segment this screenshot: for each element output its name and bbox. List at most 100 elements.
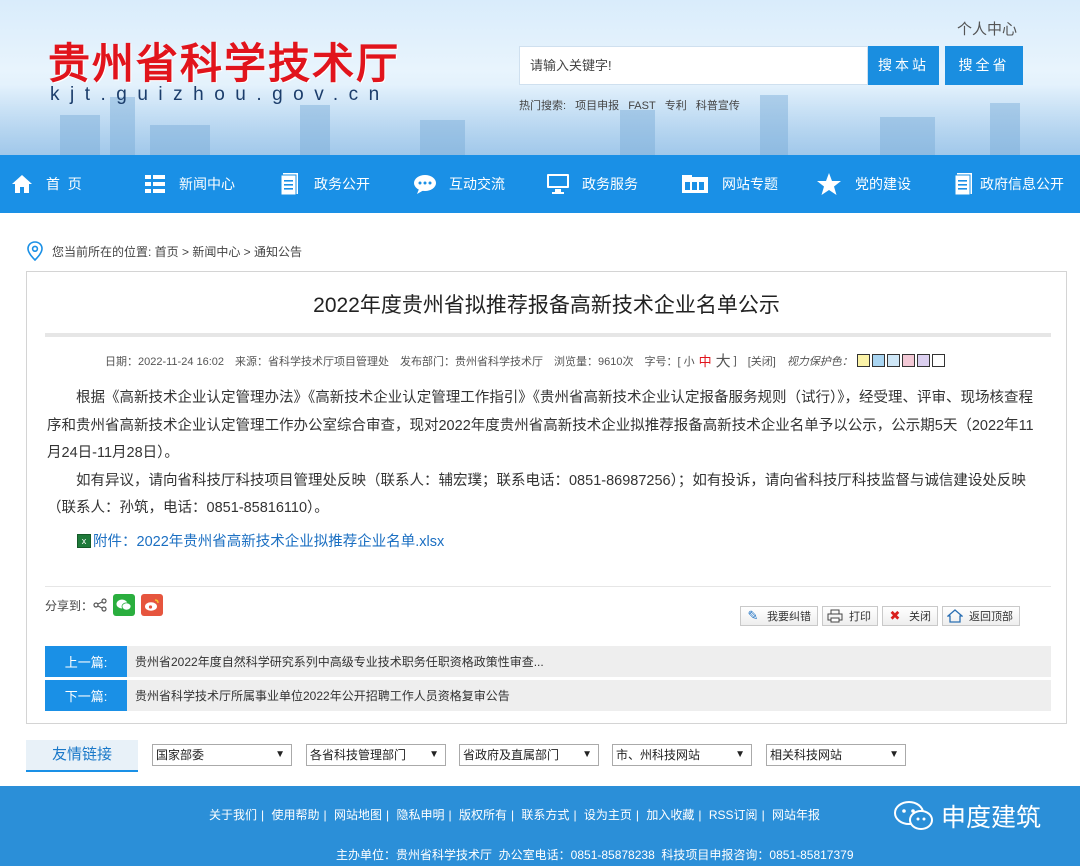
select-provincial-gov[interactable]: 省政府及直属部门 ▼ [459, 744, 599, 766]
footer-link[interactable]: 使用帮助 [271, 808, 319, 822]
hot-term[interactable]: 科普宣传 [696, 100, 740, 112]
site-domain: kjt.guizhou.gov.cn [50, 84, 390, 105]
select-provincial-science[interactable]: 各省科技管理部门 ▼ [306, 744, 446, 766]
chevron-down-icon: ▼ [275, 749, 285, 760]
footer-link[interactable]: 网站地图 [334, 808, 382, 822]
weibo-icon[interactable] [141, 594, 164, 616]
chevron-down-icon: ▼ [582, 749, 592, 760]
nav-item-affairs[interactable]: 政务公开 [278, 155, 370, 213]
swatch-lightblue[interactable] [886, 354, 900, 367]
share-label: 分享到： [45, 598, 94, 613]
folder-icon [680, 172, 710, 196]
watermark: 申度建筑 [893, 798, 1041, 834]
close-button[interactable]: ✖ 关闭 [882, 606, 938, 626]
nav-item-interaction[interactable]: 互动交流 [413, 155, 505, 213]
user-center-link[interactable]: 个人中心 [957, 18, 1017, 39]
hot-term[interactable]: 项目申报 [575, 100, 619, 112]
footer-link[interactable]: 联系方式 [521, 808, 569, 822]
font-size-label: 字号：[ [644, 355, 681, 368]
nav-item-services[interactable]: 政务服务 [546, 155, 638, 213]
footer-link[interactable]: 版权所有 [459, 808, 507, 822]
swatch-blue[interactable] [871, 354, 885, 367]
friendly-links-label: 友情链接 [26, 740, 138, 772]
hot-term[interactable]: 专利 [665, 100, 687, 112]
watermark-text: 申度建筑 [941, 804, 1042, 832]
main-nav: 首 页 新闻中心 政务公开 互动交流 政务服务 网站专题 党的建设 政府信息公开 [0, 155, 1080, 213]
article-body: 根据《高新技术企业认定管理办法》《高新技术企业认定管理工作指引》《贵州省高新技术… [47, 385, 1047, 523]
close-icon: ✖ [889, 608, 901, 623]
font-big-button[interactable]: 大 [716, 350, 731, 371]
breadcrumb: 您当前所在的位置: 首页 > 新闻中心 > 通知公告 [26, 241, 302, 261]
pencil-icon: ✎ [747, 608, 759, 623]
swatch-yellow[interactable] [856, 354, 870, 367]
wechat-icon[interactable] [113, 594, 136, 616]
eye-protect-label: 视力保护色： [786, 355, 853, 368]
swatch-pink[interactable] [901, 354, 915, 367]
swatch-white[interactable] [931, 354, 945, 367]
footer-link[interactable]: RSS订阅 [709, 808, 758, 822]
next-article-title[interactable]: 贵州省科学技术厅所属事业单位2022年公开招聘工作人员资格复审公告 [135, 687, 510, 704]
font-mid-button[interactable]: 中 [699, 351, 712, 370]
nav-item-gov-info[interactable]: 政府信息公开 [952, 155, 1064, 213]
share-icon [93, 598, 107, 612]
article-container: 2022年度贵州省拟推荐报备高新技术企业名单公示 日期：2022-11-24 1… [26, 271, 1067, 724]
chevron-down-icon: ▼ [889, 749, 899, 760]
friendly-links: 友情链接 国家部委 ▼ 各省科技管理部门 ▼ 省政府及直属部门 ▼ 市、州科技网站 ▼ … [26, 740, 1067, 772]
nav-item-news[interactable]: 新闻中心 [143, 155, 235, 213]
meta-source: 来源：省科学技术厅项目管理处 [235, 355, 390, 368]
prev-article[interactable]: 上一篇: 贵州省2022年度自然科学研究系列中高级专业技术职务任职资格政策性审查… [45, 646, 1051, 677]
site-logo-title[interactable]: 贵州省科学技术厅 [48, 30, 400, 91]
footer-link[interactable]: 网站年报 [772, 808, 820, 822]
site-footer: 关于我们 | 使用帮助 | 网站地图 | 隐私申明 | 版权所有 | 联系方式 | 设为主页… [0, 786, 1080, 866]
report-error-button[interactable]: ✎ 我要纠错 [740, 606, 818, 626]
meta-date: 日期：2022-11-24 16:02 [105, 355, 225, 368]
print-button[interactable]: 打印 [822, 606, 878, 626]
document-icon [952, 172, 976, 196]
attachment-link[interactable]: x 附件：2022年贵州省高新技术企业拟推荐企业名单.xlsx [77, 530, 444, 551]
hot-term[interactable]: FAST [628, 100, 656, 112]
chat-icon [413, 172, 437, 196]
footer-sponsor: 主办单位：贵州省科学技术厅 办公室电话：0851-85878238 科技项目申报… [336, 848, 854, 862]
house-icon [947, 609, 963, 623]
nav-item-party[interactable]: 党的建设 [815, 155, 911, 213]
search-input[interactable]: 请输入关键字! [519, 46, 868, 85]
back-to-top-button[interactable]: 返回顶部 [942, 606, 1020, 626]
select-national-ministries[interactable]: 国家部委 ▼ [152, 744, 292, 766]
article-paragraph: 如有异议，请向省科技厅科技项目管理处反映（联系人：辅宏璞；联系电话：0851-8… [47, 472, 1026, 517]
meta-close-link[interactable]: [关闭] [748, 353, 776, 369]
footer-links: 关于我们 | 使用帮助 | 网站地图 | 隐私申明 | 版权所有 | 联系方式 | 设为主页… [209, 808, 821, 822]
monitor-icon [546, 172, 570, 196]
article-tools: ✎ 我要纠错 打印 ✖ 关闭 返回顶部 [740, 606, 1024, 626]
nav-item-topics[interactable]: 网站专题 [680, 155, 778, 213]
nav-item-home[interactable]: 首 页 [10, 155, 82, 213]
select-city-science[interactable]: 市、州科技网站 ▼ [612, 744, 752, 766]
font-size-end: ] [733, 354, 737, 367]
chevron-down-icon: ▼ [429, 749, 439, 760]
prev-article-title[interactable]: 贵州省2022年度自然科学研究系列中高级专业技术职务任职资格政策性审查... [135, 653, 544, 670]
footer-link[interactable]: 加入收藏 [646, 808, 694, 822]
excel-file-icon: x [77, 533, 91, 548]
prev-label: 上一篇: [45, 646, 127, 677]
search-site-button[interactable]: 搜本站 [868, 46, 939, 85]
article-title: 2022年度贵州省拟推荐报备高新技术企业名单公示 [313, 294, 780, 317]
eye-protect-swatches [856, 354, 947, 367]
next-article[interactable]: 下一篇: 贵州省科学技术厅所属事业单位2022年公开招聘工作人员资格复审公告 [45, 680, 1051, 711]
star-icon [815, 172, 843, 196]
search-province-button[interactable]: 搜全省 [945, 46, 1023, 85]
select-related-science[interactable]: 相关科技网站 ▼ [766, 744, 906, 766]
wechat-bubble-icon [894, 801, 933, 830]
footer-link[interactable]: 设为主页 [584, 808, 632, 822]
share-bar: 分享到： [45, 594, 164, 616]
font-small-button[interactable]: 小 [684, 353, 695, 369]
hot-search-label: 热门搜索: [519, 100, 567, 112]
article-meta: 日期：2022-11-24 16:02 来源：省科学技术厅项目管理处 发布部门：… [105, 350, 947, 371]
document-icon [278, 172, 302, 196]
swatch-purple[interactable] [916, 354, 930, 367]
footer-link[interactable]: 关于我们 [209, 808, 257, 822]
breadcrumb-text[interactable]: 您当前所在的位置: 首页 > 新闻中心 > 通知公告 [52, 243, 302, 260]
hot-search: 热门搜索: 项目申报 FAST 专利 科普宣传 [519, 97, 746, 113]
meta-dept: 发布部门：贵州省科学技术厅 [400, 355, 544, 368]
footer-link[interactable]: 隐私申明 [396, 808, 444, 822]
title-divider [45, 333, 1051, 337]
article-paragraph: 根据《高新技术企业认定管理办法》《高新技术企业认定管理工作指引》《贵州省高新技术… [47, 390, 1034, 461]
